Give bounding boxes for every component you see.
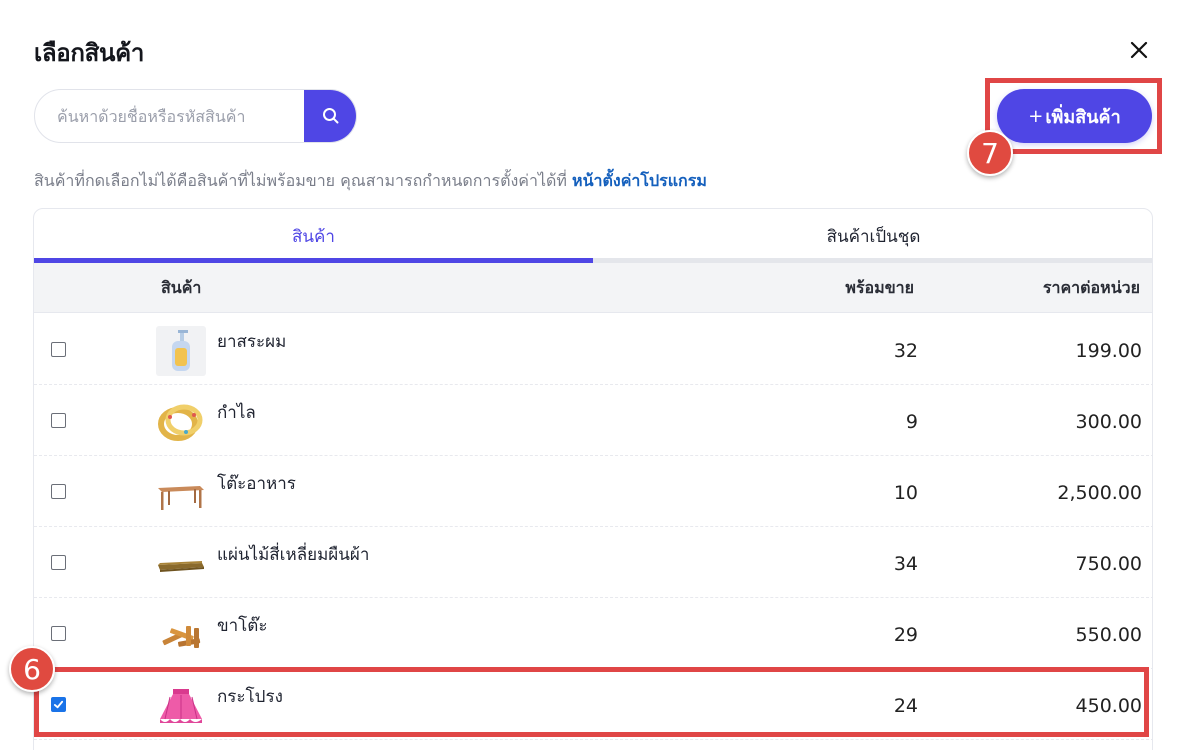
table-row[interactable]: ยาสระผม 32 199.00 <box>34 314 1152 385</box>
info-text: สินค้าที่กดเลือกไม่ได้คือสินค้าที่ไม่พร้… <box>34 169 707 194</box>
column-header-stock: พร้อมขาย <box>845 277 914 297</box>
info-message: สินค้าที่กดเลือกไม่ได้คือสินค้าที่ไม่พร้… <box>34 171 573 190</box>
select-product-modal: เลือกสินค้า + เพิ่มสินค้า สินค้าที่กดเลื… <box>0 0 1181 750</box>
plus-icon: + <box>1028 105 1044 127</box>
table-row[interactable]: โต๊ะอาหาร 10 2,500.00 <box>34 456 1152 527</box>
step-marker-6: 6 <box>9 646 55 692</box>
product-stock: 10 <box>893 482 918 504</box>
tab-products[interactable]: สินค้า <box>34 209 593 263</box>
table-legs-icon <box>156 610 206 660</box>
row-checkbox[interactable] <box>51 484 66 499</box>
product-name: แผ่นไม้สี่เหลี่ยมผืนผ้า <box>217 545 370 565</box>
product-name: กระโปรง <box>217 687 283 707</box>
product-name: โต๊ะอาหาร <box>217 474 296 494</box>
product-price: 2,500.00 <box>1057 482 1142 504</box>
close-icon[interactable] <box>1127 38 1151 62</box>
table-row[interactable]: ขาโต๊ะ 29 550.00 <box>34 598 1152 669</box>
search-input[interactable] <box>35 90 305 142</box>
product-stock: 32 <box>893 340 918 362</box>
column-header-product: สินค้า <box>161 277 202 297</box>
product-name: ยาสระผม <box>217 332 287 352</box>
row-checkbox[interactable] <box>51 555 66 570</box>
product-price: 300.00 <box>1075 411 1142 433</box>
product-name: ขาโต๊ะ <box>217 616 268 636</box>
pink-skirt-icon <box>156 681 206 731</box>
product-stock: 9 <box>905 411 918 433</box>
row-checkbox[interactable] <box>51 626 66 641</box>
product-price: 750.00 <box>1075 553 1142 575</box>
product-name: กำไล <box>217 403 256 423</box>
dining-table-icon <box>156 468 206 518</box>
search-icon <box>323 108 339 124</box>
product-stock: 34 <box>893 553 918 575</box>
bracelet-icon <box>156 397 206 447</box>
add-product-button[interactable]: + เพิ่มสินค้า <box>997 89 1152 143</box>
product-stock: 24 <box>893 695 918 717</box>
product-price: 450.00 <box>1075 695 1142 717</box>
tab-product-bundles[interactable]: สินค้าเป็นชุด <box>594 209 1152 263</box>
row-checkbox[interactable] <box>51 413 66 428</box>
table-row[interactable]: กำไล 9 300.00 <box>34 385 1152 456</box>
add-product-label: เพิ่มสินค้า <box>1045 106 1121 128</box>
product-price: 550.00 <box>1075 624 1142 646</box>
modal-title: เลือกสินค้า <box>34 39 145 67</box>
table-header: สินค้า พร้อมขาย ราคาต่อหน่วย <box>34 263 1152 313</box>
search-button[interactable] <box>304 90 356 142</box>
wood-plank-icon <box>156 539 206 589</box>
search-box <box>34 89 357 143</box>
row-checkbox-checked[interactable] <box>51 697 66 712</box>
product-price: 199.00 <box>1075 340 1142 362</box>
checkmark-icon <box>53 700 64 709</box>
product-table-card: สินค้า สินค้าเป็นชุด สินค้า พร้อมขาย ราค… <box>33 208 1153 750</box>
settings-link[interactable]: หน้าตั้งค่าโปรแกรม <box>572 171 707 190</box>
product-stock: 29 <box>893 624 918 646</box>
shampoo-bottle-icon <box>156 326 206 376</box>
table-row[interactable]: กระโปรง 24 450.00 <box>34 669 1152 740</box>
row-checkbox[interactable] <box>51 342 66 357</box>
table-row[interactable]: แผ่นไม้สี่เหลี่ยมผืนผ้า 34 750.00 <box>34 527 1152 598</box>
tab-bar: สินค้า สินค้าเป็นชุด <box>34 209 1152 263</box>
step-marker-7: 7 <box>967 130 1013 176</box>
column-header-price: ราคาต่อหน่วย <box>1042 277 1140 297</box>
